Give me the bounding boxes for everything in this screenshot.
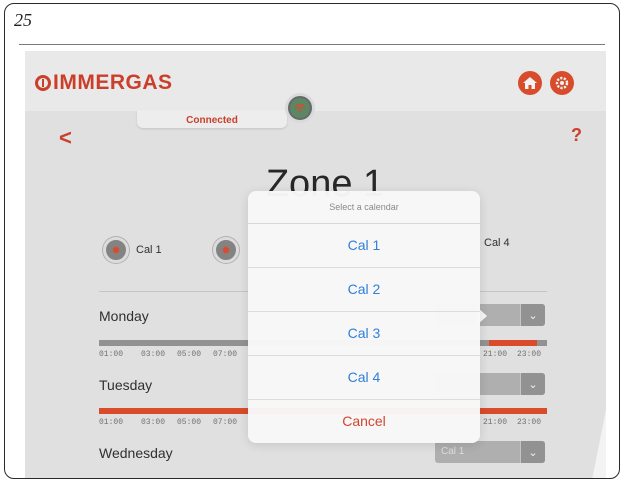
decorative-shade [592,410,606,478]
figure-divider [19,44,605,45]
option-cal-3[interactable]: Cal 3 [248,312,480,356]
option-cal-1[interactable]: Cal 1 [248,224,480,268]
figure-frame: 25 IMMERGAS Connected < ? Zone 1 ✹ Cal 1… [4,3,620,479]
option-cal-4[interactable]: Cal 4 [248,356,480,400]
cancel-button[interactable]: Cancel [248,400,480,443]
figure-number: 25 [14,10,32,30]
calendar-picker-popover: Select a calendar Cal 1 Cal 2 Cal 3 Cal … [248,191,480,443]
app-screen: IMMERGAS Connected < ? Zone 1 ✹ Cal 1 ✹ [25,51,606,478]
option-cal-2[interactable]: Cal 2 [248,268,480,312]
popover-title: Select a calendar [248,191,480,224]
